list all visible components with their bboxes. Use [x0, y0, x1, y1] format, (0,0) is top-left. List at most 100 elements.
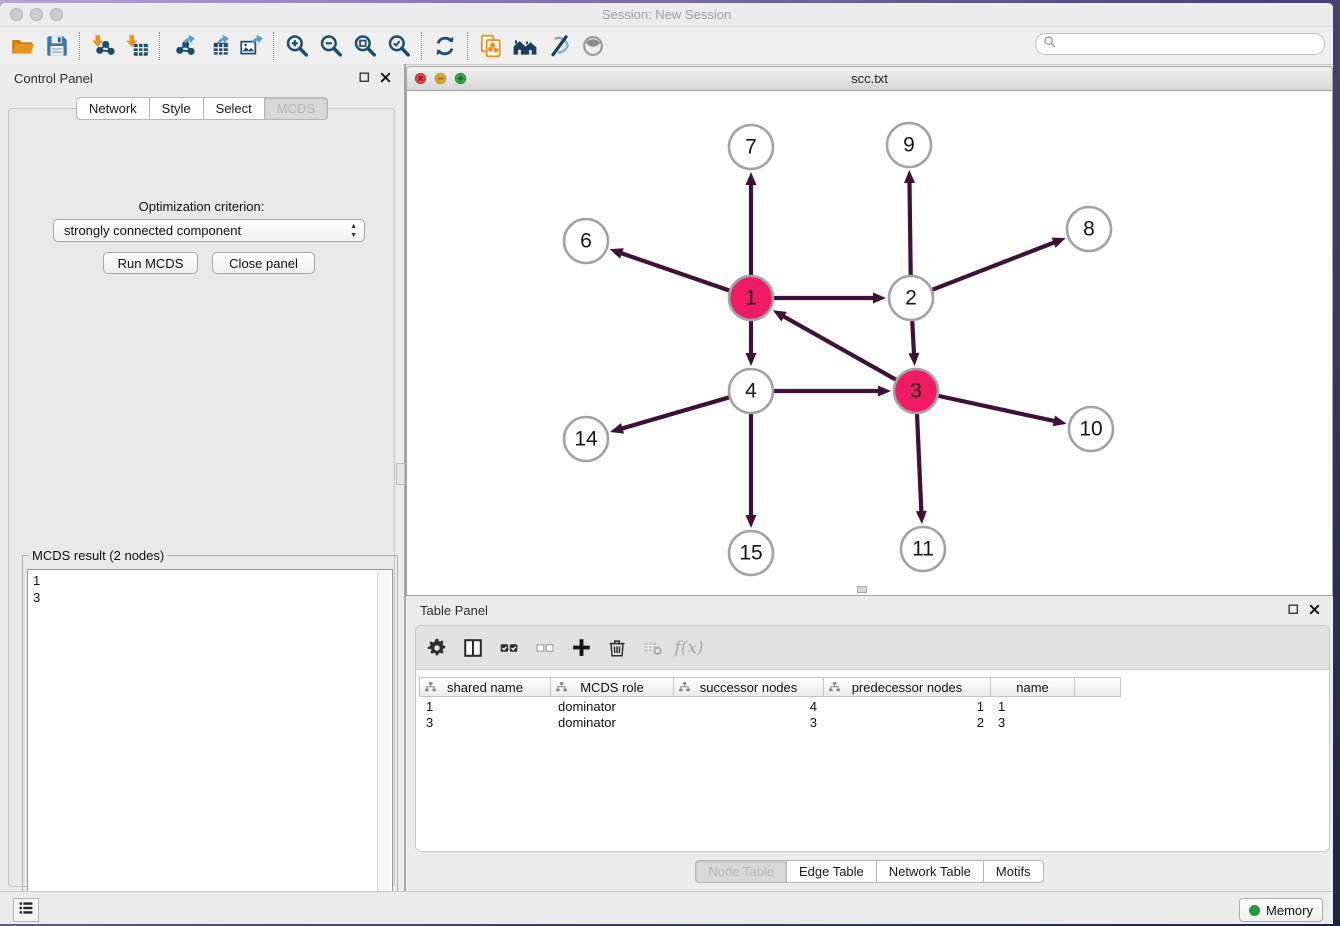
- function-icon[interactable]: f(x): [674, 633, 704, 663]
- save-icon[interactable]: [40, 31, 74, 61]
- panel-divider-grip[interactable]: [396, 463, 405, 485]
- refresh-icon[interactable]: [428, 31, 462, 61]
- export-table-icon[interactable]: [200, 31, 234, 61]
- edge-1-4[interactable]: [746, 321, 757, 366]
- table-cell[interactable]: 3: [991, 715, 1075, 731]
- graph-node-1[interactable]: 1: [729, 276, 773, 320]
- edge-4-14[interactable]: [610, 397, 729, 433]
- edge-3-1[interactable]: [773, 310, 896, 379]
- edge-3-10[interactable]: [938, 396, 1066, 426]
- close-panel-icon[interactable]: [379, 71, 392, 84]
- edge-3-11[interactable]: [916, 414, 927, 524]
- graph-node-10[interactable]: 10: [1069, 407, 1113, 451]
- table-cell[interactable]: [1075, 699, 1121, 715]
- search-input[interactable]: [1062, 36, 1324, 52]
- eye-icon[interactable]: [576, 31, 610, 61]
- graph-node-15[interactable]: 15: [729, 531, 773, 575]
- graph-node-8[interactable]: 8: [1067, 207, 1111, 251]
- float-panel-icon[interactable]: [358, 71, 371, 84]
- tab-network[interactable]: Network: [76, 97, 150, 120]
- table-row[interactable]: 3dominator323: [419, 715, 1121, 731]
- graph-node-14[interactable]: 14: [564, 417, 608, 461]
- folder-icon[interactable]: [6, 31, 40, 61]
- table-cell[interactable]: 4: [674, 699, 824, 715]
- tab-mcds[interactable]: MCDS: [265, 97, 328, 120]
- edge-2-3[interactable]: [908, 321, 919, 366]
- table-cell[interactable]: [1075, 715, 1121, 731]
- graph-node-4[interactable]: 4: [729, 369, 773, 413]
- control-panel: Control Panel NetworkStyleSelectMCDS Opt…: [0, 64, 404, 891]
- graph-node-3[interactable]: 3: [894, 369, 938, 413]
- table-cell[interactable]: 3: [674, 715, 824, 731]
- trash-icon[interactable]: [602, 633, 632, 663]
- tab-node-table[interactable]: Node Table: [695, 860, 787, 883]
- table-cell[interactable]: dominator: [551, 715, 674, 731]
- edge-2-8[interactable]: [932, 238, 1065, 290]
- graph-node-2[interactable]: 2: [889, 276, 933, 320]
- tab-network-table[interactable]: Network Table: [877, 860, 984, 883]
- graph-node-11[interactable]: 11: [901, 527, 945, 571]
- zoom-in-icon[interactable]: [280, 31, 314, 61]
- edge-2-9[interactable]: [904, 170, 915, 275]
- tab-select[interactable]: Select: [204, 97, 265, 120]
- column-header-MCDS-role[interactable]: MCDS role: [551, 677, 674, 697]
- zoom-selected-icon[interactable]: [382, 31, 416, 61]
- tab-motifs[interactable]: Motifs: [984, 860, 1044, 883]
- plus-icon[interactable]: [566, 633, 596, 663]
- search-box[interactable]: [1035, 33, 1325, 55]
- close-panel-icon[interactable]: [1308, 603, 1321, 616]
- table-cell[interactable]: 1: [824, 699, 991, 715]
- network-canvas[interactable]: 1 2 3 4 6 7 8 9 10 11 14 15: [407, 91, 1332, 595]
- hide-details-icon[interactable]: [542, 31, 576, 61]
- window-title: Session: New Session: [0, 7, 1333, 22]
- window-titlebar[interactable]: Session: New Session: [0, 3, 1333, 27]
- graph-node-6[interactable]: 6: [564, 219, 608, 263]
- zoom-fit-icon[interactable]: [348, 31, 382, 61]
- export-image-icon[interactable]: [234, 31, 268, 61]
- mcds-result-textarea[interactable]: 13: [27, 569, 393, 924]
- result-scrollbar[interactable]: [377, 571, 391, 924]
- import-table-icon[interactable]: [120, 31, 154, 61]
- table-cell[interactable]: dominator: [551, 699, 674, 715]
- table-delete-icon[interactable]: [638, 633, 668, 663]
- edge-1-7[interactable]: [746, 172, 757, 275]
- column-header-empty[interactable]: [1075, 677, 1121, 697]
- graph-node-9[interactable]: 9: [887, 123, 931, 167]
- network-resize-grip[interactable]: [857, 586, 867, 593]
- zoom-out-icon[interactable]: [314, 31, 348, 61]
- memory-button[interactable]: Memory: [1239, 898, 1323, 922]
- checkboxes-checked-icon[interactable]: [494, 633, 524, 663]
- graph-node-7[interactable]: 7: [729, 125, 773, 169]
- status-bar: Memory: [0, 891, 1333, 924]
- table-body: 1dominator4113dominator323: [419, 699, 1121, 731]
- columns-icon[interactable]: [458, 633, 488, 663]
- table-cell[interactable]: 3: [419, 715, 551, 731]
- houses-icon[interactable]: [508, 31, 542, 61]
- column-header-shared-name[interactable]: shared name: [419, 677, 551, 697]
- float-panel-icon[interactable]: [1287, 603, 1300, 616]
- criterion-select[interactable]: strongly connected component ▲▼: [53, 219, 365, 242]
- column-header-successor-nodes[interactable]: successor nodes: [674, 677, 824, 697]
- tab-edge-table[interactable]: Edge Table: [787, 860, 877, 883]
- copy-network-icon[interactable]: [474, 31, 508, 61]
- run-mcds-button[interactable]: Run MCDS: [103, 252, 198, 274]
- task-history-button[interactable]: [13, 898, 39, 922]
- export-network-icon[interactable]: [166, 31, 200, 61]
- column-header-predecessor-nodes[interactable]: predecessor nodes: [824, 677, 991, 697]
- import-network-icon[interactable]: [86, 31, 120, 61]
- edge-1-2[interactable]: [774, 293, 886, 304]
- gear-icon[interactable]: [422, 633, 452, 663]
- svg-text:11: 11: [912, 538, 934, 561]
- table-row[interactable]: 1dominator411: [419, 699, 1121, 715]
- table-cell[interactable]: 2: [824, 715, 991, 731]
- edge-1-6[interactable]: [610, 248, 730, 290]
- tab-style[interactable]: Style: [150, 97, 204, 120]
- edge-4-3[interactable]: [774, 386, 891, 397]
- table-cell[interactable]: 1: [991, 699, 1075, 715]
- checkboxes-unchecked-icon[interactable]: [530, 633, 560, 663]
- table-cell[interactable]: 1: [419, 699, 551, 715]
- column-header-name[interactable]: name: [991, 677, 1075, 697]
- edge-4-15[interactable]: [746, 414, 757, 528]
- close-panel-button[interactable]: Close panel: [212, 252, 315, 274]
- network-window-titlebar[interactable]: scc.txt: [407, 67, 1332, 91]
